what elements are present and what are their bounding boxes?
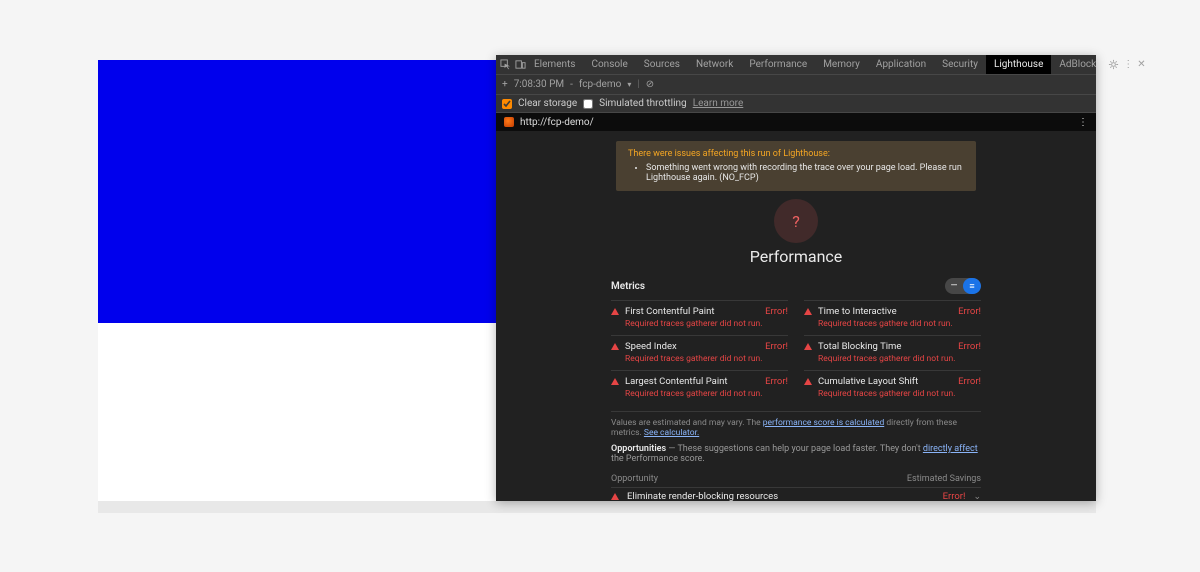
see-calculator-link[interactable]: See calculator. [644, 428, 699, 438]
metrics-heading: Metrics [611, 281, 645, 292]
metric-value: Error! [958, 341, 981, 352]
tab-lighthouse[interactable]: Lighthouse [986, 55, 1051, 74]
close-icon[interactable]: ✕ [1137, 57, 1145, 73]
metric-value: Error! [765, 376, 788, 387]
opportunity-value: Error! [943, 491, 966, 501]
tab-memory[interactable]: Memory [815, 55, 868, 74]
sim-throttle-checkbox[interactable] [583, 99, 593, 109]
metric-error-text: Required traces gatherer did not run. [818, 389, 981, 399]
directly-affect-link[interactable]: directly affect [923, 444, 978, 454]
chevron-down-icon: ⌄ [973, 492, 981, 502]
opportunity-name: Eliminate render-blocking resources [627, 491, 935, 501]
lighthouse-report: There were issues affecting this run of … [496, 131, 1096, 501]
tab-adblock[interactable]: AdBlock [1051, 55, 1104, 74]
metric-error-text: Required traces gatherer did not run. [625, 354, 788, 364]
lighthouse-icon [504, 117, 514, 127]
error-triangle-icon [804, 308, 812, 315]
metric-error-text: Required traces gatherer did not run. [818, 354, 981, 364]
opportunity-row[interactable]: Eliminate render-blocking resources Error… [611, 487, 981, 501]
more-icon[interactable]: ⋮ [1123, 57, 1133, 73]
metric-value: Error! [958, 306, 981, 317]
tab-network[interactable]: Network [688, 55, 741, 74]
warning-box: There were issues affecting this run of … [616, 141, 976, 191]
metric-item: Cumulative Layout ShiftError! Required tr… [804, 370, 981, 401]
metric-item: Time to InteractiveError! Required traces… [804, 300, 981, 331]
lighthouse-urlbar: http://fcp-demo/ ⋮ [496, 113, 1096, 131]
metric-name: Total Blocking Time [818, 341, 981, 352]
error-triangle-icon [611, 343, 619, 350]
clear-storage-checkbox[interactable] [502, 99, 512, 109]
lighthouse-options-row: Clear storage Simulated throttling Learn… [496, 95, 1096, 113]
metrics-disclaimer: Values are estimated and may vary. The p… [611, 411, 981, 438]
opp-col-name: Opportunity [611, 474, 658, 484]
score-calc-link[interactable]: performance score is calculated [763, 418, 884, 428]
metric-item: Speed IndexError! Required traces gathere… [611, 335, 788, 366]
toggle-compact[interactable]: — [945, 278, 963, 294]
inspect-icon[interactable] [500, 57, 511, 73]
performance-title: Performance [496, 247, 1096, 266]
metric-value: Error! [958, 376, 981, 387]
metric-value: Error! [765, 306, 788, 317]
tab-performance[interactable]: Performance [741, 55, 815, 74]
gauge-symbol: ? [792, 212, 800, 231]
clear-run-icon[interactable]: ⊘ [646, 79, 654, 90]
metric-item: First Contentful PaintError! Required tra… [611, 300, 788, 331]
metric-item: Total Blocking TimeError! Required traces… [804, 335, 981, 366]
error-triangle-icon [611, 308, 619, 315]
tab-application[interactable]: Application [868, 55, 934, 74]
tab-sources[interactable]: Sources [636, 55, 688, 74]
opp-col-savings: Estimated Savings [907, 474, 981, 484]
new-run-button[interactable]: + [502, 79, 508, 90]
report-url: http://fcp-demo/ [520, 117, 594, 128]
warning-title: There were issues affecting this run of … [628, 149, 964, 159]
lighthouse-run-row: + 7:08:30 PM - fcp-demo ▾ | ⊘ [496, 75, 1096, 95]
run-name: fcp-demo [579, 79, 621, 90]
tab-elements[interactable]: Elements [526, 55, 583, 74]
report-menu-icon[interactable]: ⋮ [1078, 117, 1088, 128]
run-dropdown-icon[interactable]: ▾ [627, 80, 631, 89]
metric-error-text: Required traces gathere did not run. [818, 319, 981, 329]
devtools-panel: ElementsConsoleSourcesNetworkPerformance… [496, 55, 1096, 501]
sim-throttle-label: Simulated throttling [599, 98, 687, 109]
learn-more-link[interactable]: Learn more [693, 98, 744, 109]
metric-name: First Contentful Paint [625, 306, 788, 317]
metric-name: Cumulative Layout Shift [818, 376, 981, 387]
error-triangle-icon [804, 343, 812, 350]
metric-value: Error! [765, 341, 788, 352]
devtools-tabbar: ElementsConsoleSourcesNetworkPerformance… [496, 55, 1096, 75]
error-triangle-icon [804, 378, 812, 385]
tab-security[interactable]: Security [934, 55, 986, 74]
tab-console[interactable]: Console [583, 55, 635, 74]
run-time: 7:08:30 PM [514, 79, 564, 90]
metrics-view-toggle[interactable]: — ≡ [945, 278, 981, 294]
metric-name: Speed Index [625, 341, 788, 352]
error-triangle-icon [611, 378, 619, 385]
opportunities-intro: Opportunities — These suggestions can he… [611, 444, 981, 464]
metric-item: Largest Contentful PaintError! Required t… [611, 370, 788, 401]
performance-gauge: ? [774, 199, 818, 243]
settings-icon[interactable] [1108, 57, 1119, 73]
opportunities-header: Opportunity Estimated Savings [611, 474, 981, 487]
clear-storage-label: Clear storage [518, 98, 577, 109]
metric-error-text: Required traces gatherer did not run. [625, 389, 788, 399]
metric-error-text: Required traces gatherer did not run. [625, 319, 788, 329]
error-triangle-icon [611, 493, 619, 500]
page-blue-region [98, 60, 496, 323]
device-toggle-icon[interactable] [515, 57, 526, 73]
warning-item: Something went wrong with recording the … [646, 163, 964, 183]
toggle-expanded[interactable]: ≡ [963, 278, 981, 294]
metric-name: Largest Contentful Paint [625, 376, 788, 387]
metric-name: Time to Interactive [818, 306, 981, 317]
page-shadow [98, 501, 1096, 513]
